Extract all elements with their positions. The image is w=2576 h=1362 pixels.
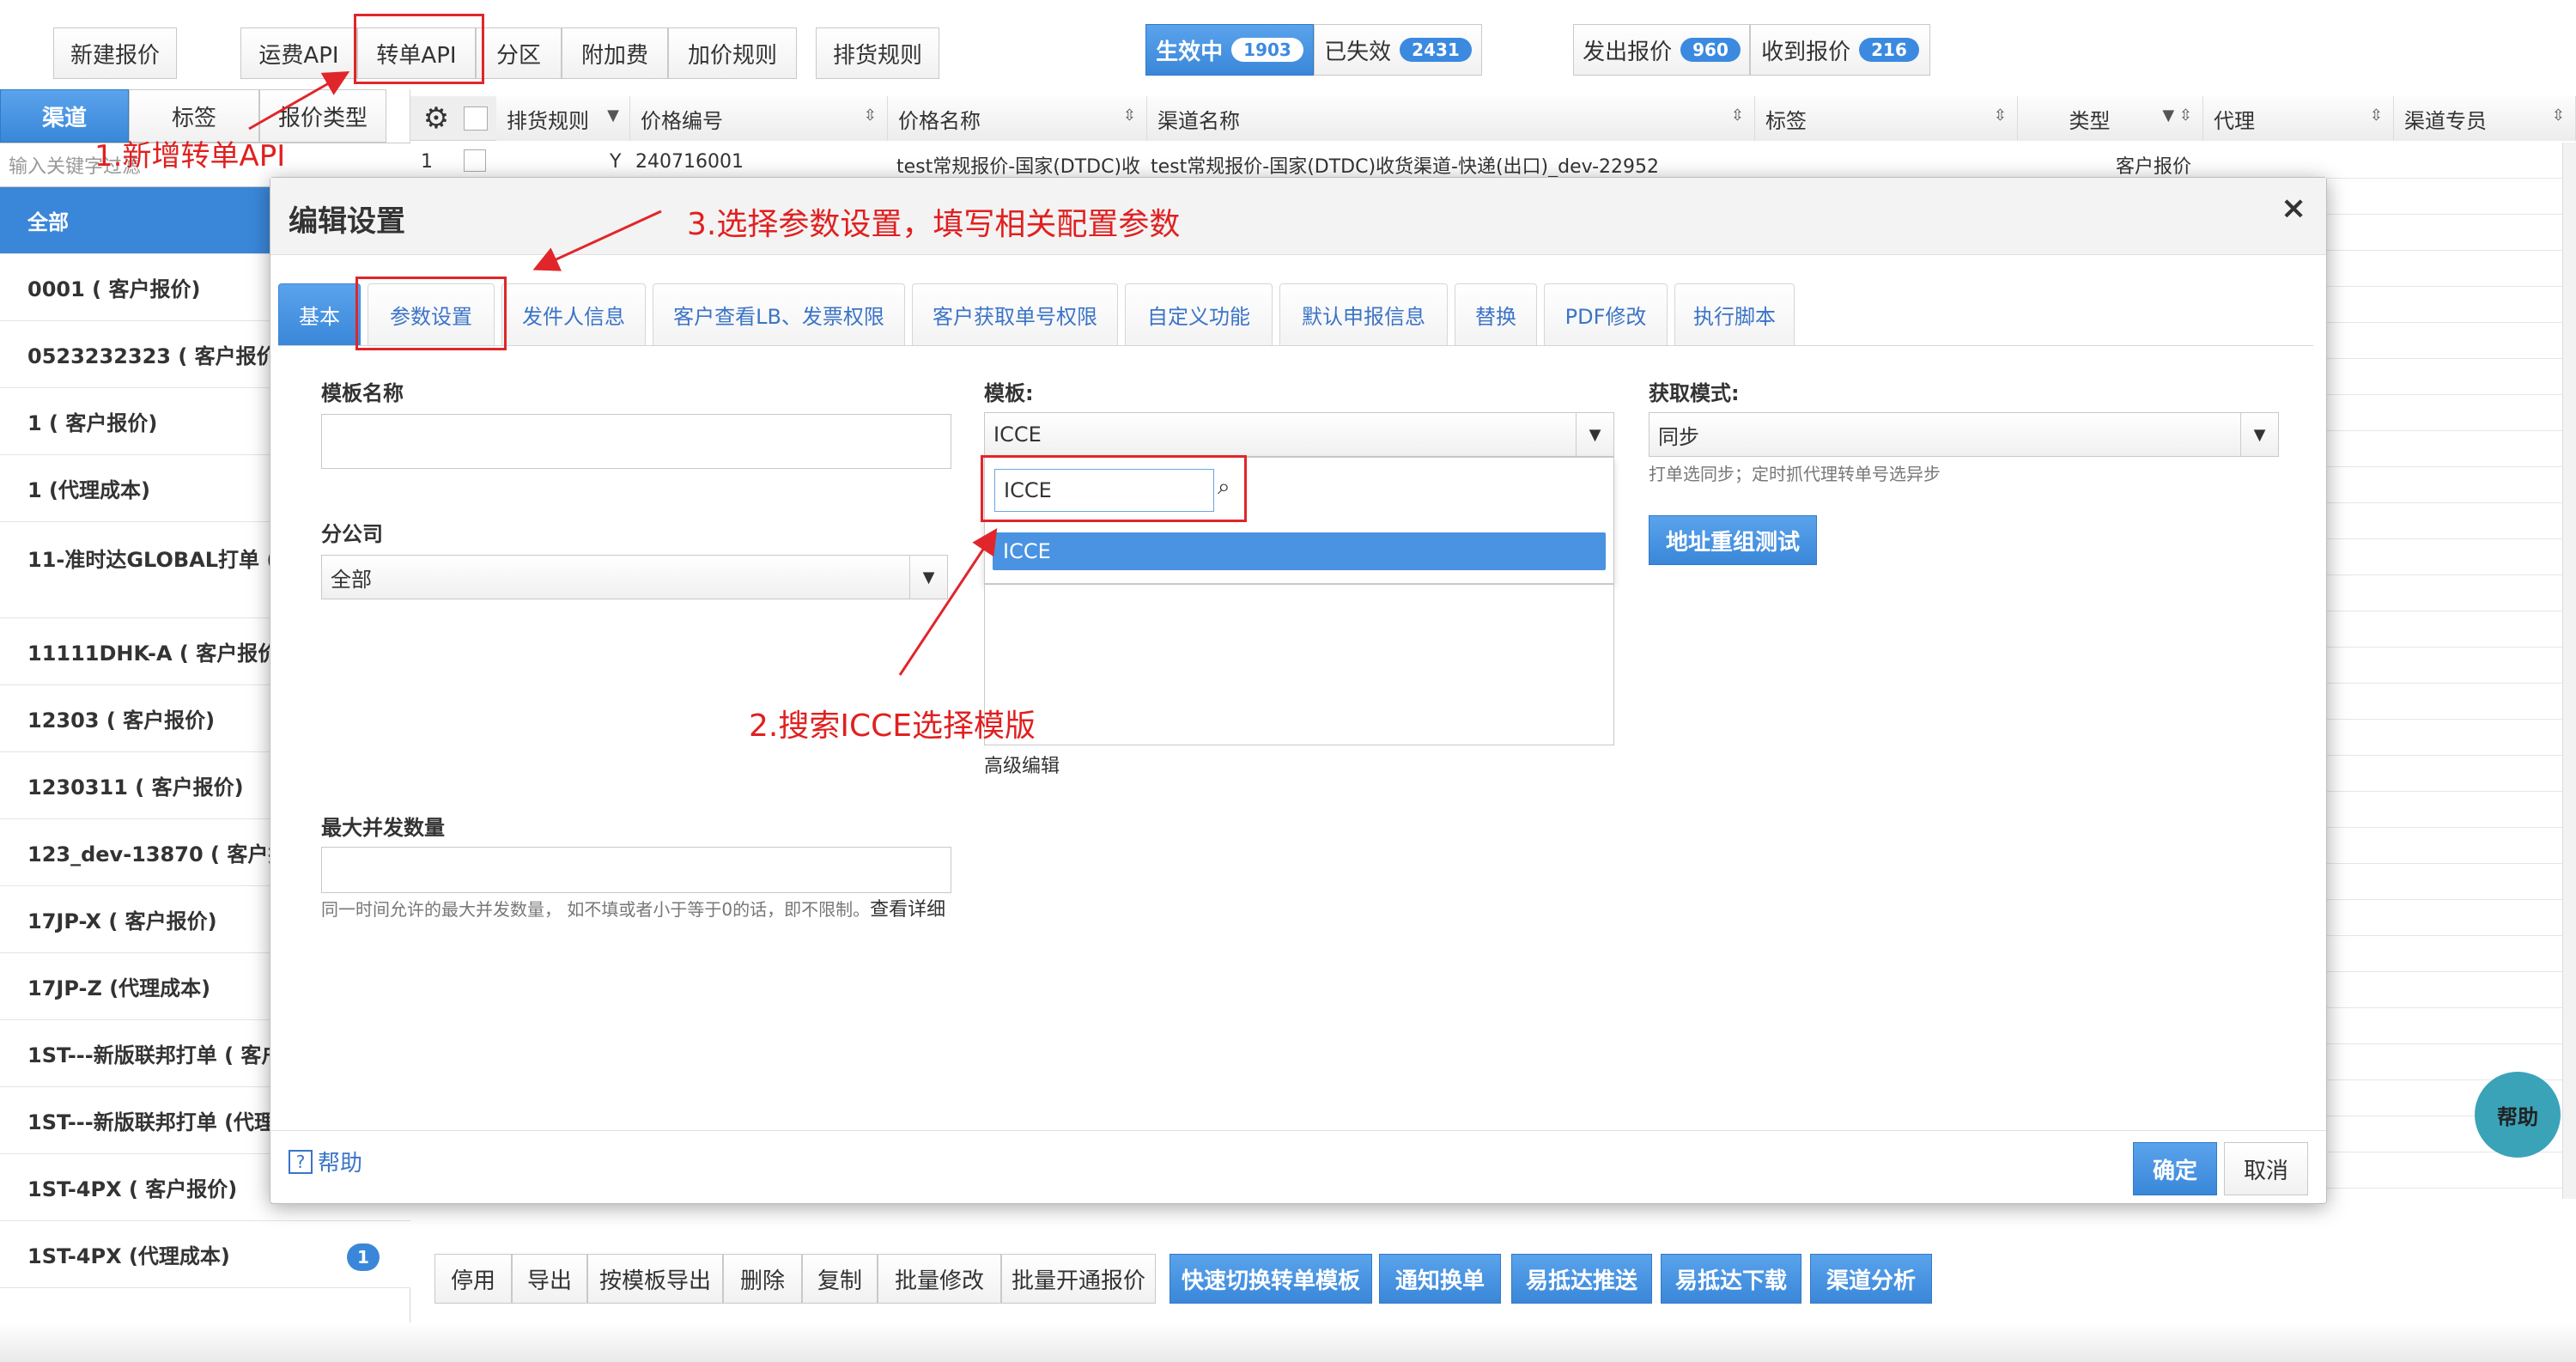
arrow-step3 <box>532 210 662 271</box>
arrow-step2 <box>898 527 998 676</box>
annotation-arrows <box>248 71 998 676</box>
bottom-edge <box>0 1322 2576 1362</box>
screen: 新建报价 运费API 转单API 分区 附加费 加价规则 排货规则 生效中 190… <box>0 0 2576 1362</box>
arrow-step1 <box>248 71 350 131</box>
